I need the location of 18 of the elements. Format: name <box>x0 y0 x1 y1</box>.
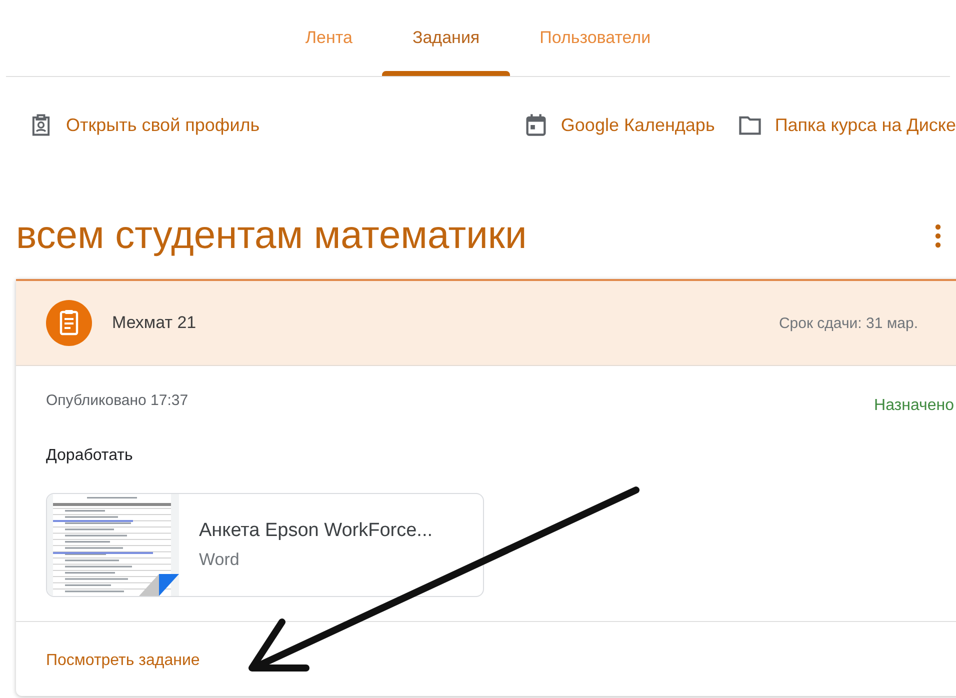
tab[interactable]: Пользователи <box>510 0 681 76</box>
assignment-icon <box>46 300 92 346</box>
tab[interactable]: Лента <box>275 0 382 76</box>
due-date: Срок сдачи: 31 мар. <box>778 314 918 332</box>
published-time: Опубликовано 17:37 <box>46 392 188 411</box>
assignment-status: Назначено <box>874 397 954 415</box>
attachment-type: Word <box>199 550 240 570</box>
topic-title: всем студентам математики <box>16 214 527 258</box>
calendar-link[interactable]: Google Календарь <box>522 112 715 138</box>
tab[interactable]: Задания <box>382 0 510 76</box>
class-name: Мехмат 21 <box>112 313 198 333</box>
view-assignment-link[interactable]: Посмотреть задание <box>46 652 200 669</box>
assignment-description: Доработать <box>46 447 134 465</box>
more-icon[interactable] <box>934 223 942 249</box>
profile-link[interactable]: Открыть свой профиль <box>28 112 260 138</box>
attachment-title: Анкета Epson WorkForce... <box>199 520 433 542</box>
folder-link[interactable]: Папка курса на Диске <box>736 112 956 138</box>
attachment-card[interactable]: Анкета Epson WorkForce... Word <box>46 493 484 597</box>
